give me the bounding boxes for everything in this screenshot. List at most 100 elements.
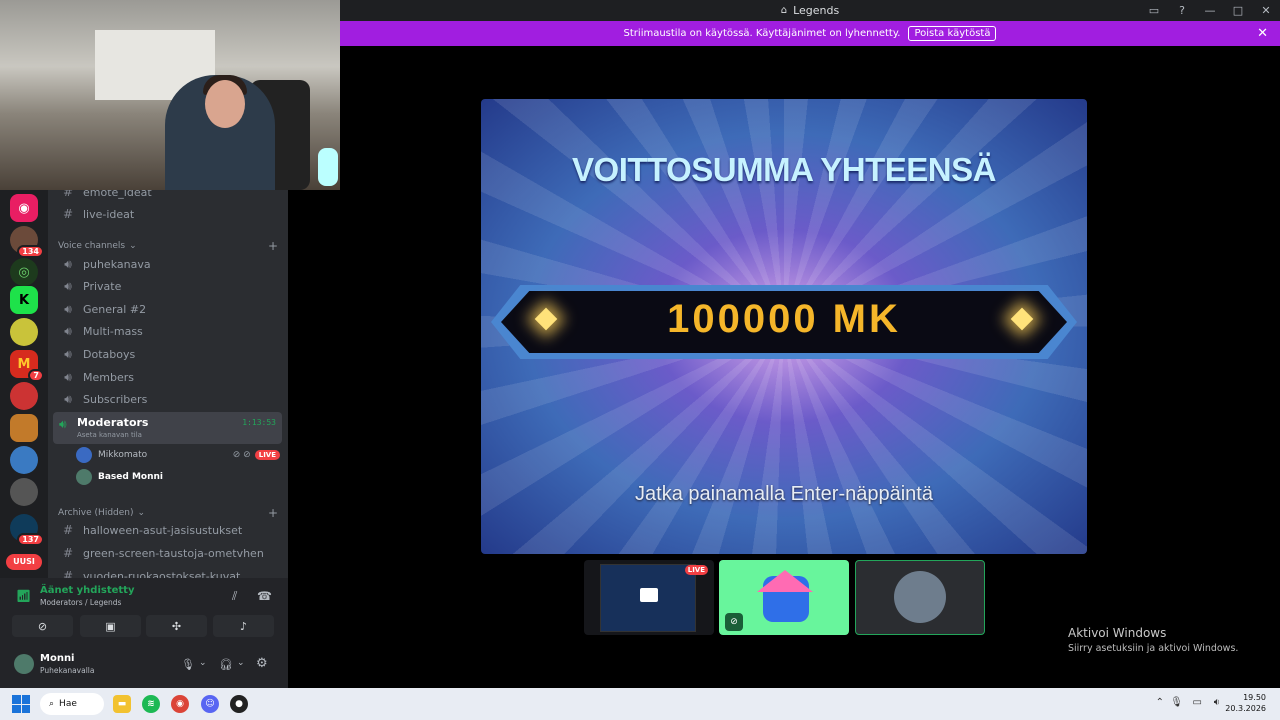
chevron-down-icon: ⌄: [129, 241, 137, 251]
hash-icon: #: [62, 523, 74, 537]
speaker-icon[interactable]: 🔉︎: [1214, 697, 1220, 708]
archive-channel[interactable]: # green-screen-taustoja-ometvhen: [53, 542, 282, 564]
time: 19.50: [1243, 693, 1266, 702]
close-banner-icon[interactable]: ✕: [1257, 26, 1268, 41]
voice-channel[interactable]: 🔊︎ Multi-mass: [53, 320, 282, 342]
webcam-overlay: [0, 0, 340, 190]
channel-emote-ideat[interactable]: # emote_ideat: [53, 190, 282, 203]
participant-thumbnails: LIVE ⊘: [584, 560, 986, 635]
network-icon[interactable]: ▭: [1193, 697, 1202, 708]
chrome-icon[interactable]: ◉: [171, 695, 189, 713]
mention-badge: 134: [17, 245, 44, 258]
voice-channel[interactable]: 🔊︎ Dotaboys: [53, 343, 282, 365]
category-archive[interactable]: Archive (Hidden) ⌄ +: [58, 506, 278, 520]
participant-thumbnail[interactable]: [855, 560, 985, 635]
date: 20.3.2026: [1225, 704, 1266, 713]
server-letter: K: [18, 292, 30, 308]
server-avatar-5[interactable]: [10, 478, 38, 506]
headphones-icon[interactable]: 🎧︎: [219, 658, 233, 671]
screen-share-icon: ▣: [105, 619, 116, 633]
deafened-icon: ⊘: [725, 613, 743, 631]
chevron-down-icon[interactable]: ⌄: [237, 658, 245, 668]
user-name[interactable]: Monni: [40, 653, 75, 664]
channel-label: Members: [83, 370, 134, 384]
camera-toggle-button[interactable]: ⊘: [12, 615, 73, 637]
stream-view[interactable]: VOITTOSUMMA YHTEENSÄ 100000 MK Jatka pai…: [481, 99, 1087, 554]
voice-member[interactable]: Mikkomato ⊘ ⊘ LIVE: [76, 445, 280, 465]
minimize-button[interactable]: —: [1196, 4, 1224, 17]
obs-icon[interactable]: ●: [230, 695, 248, 713]
user-panel: Monni Puhekanavalla 🎙︎ ⌄ 🎧︎ ⌄ ⚙: [0, 648, 288, 688]
server-avatar-1[interactable]: 134: [10, 226, 44, 258]
activities-icon: ✣: [171, 619, 182, 633]
signal-icon[interactable]: 📶︎: [16, 589, 31, 603]
active-voice-channel[interactable]: 🔊︎ Moderators Aseta kanavan tila 1:13:53: [53, 412, 282, 444]
server-mcdonalds[interactable]: M7: [10, 350, 44, 382]
voice-channel[interactable]: 🔊︎ Subscribers: [53, 388, 282, 410]
category-voice[interactable]: Voice channels ⌄ +: [58, 239, 278, 253]
speaker-icon: 🔊︎: [64, 301, 72, 316]
server-avatar-3[interactable]: [10, 382, 38, 410]
stream-thumbnail[interactable]: LIVE: [584, 560, 714, 635]
speaker-icon: 🔊︎: [64, 278, 72, 293]
add-channel-icon[interactable]: +: [268, 239, 278, 253]
camera-icon: ◉: [18, 200, 30, 216]
server-avatar-6[interactable]: 137: [10, 514, 44, 546]
channel-label: emote_ideat: [83, 190, 152, 199]
voice-location[interactable]: Moderators / Legends: [40, 598, 121, 607]
channel-label: puhekanava: [83, 257, 151, 271]
microphone-icon[interactable]: 🎙︎: [181, 658, 195, 671]
channel-live-ideat[interactable]: # live-ideat: [53, 203, 282, 225]
add-channel-icon[interactable]: +: [268, 506, 278, 520]
avatar[interactable]: [14, 654, 34, 674]
server-avatar-2[interactable]: [10, 318, 38, 346]
clock[interactable]: 19.50 20.3.2026: [1225, 692, 1266, 714]
file-explorer-icon[interactable]: ▬: [113, 695, 131, 713]
channel-status[interactable]: Aseta kanavan tila: [77, 431, 142, 439]
eye-icon: ◎: [18, 264, 30, 280]
voice-connected-label[interactable]: Äänet yhdistetty: [40, 585, 134, 596]
disable-streamer-mode-button[interactable]: Poista käytöstä: [908, 26, 997, 41]
archive-channel[interactable]: # halloween-asut-jasisustukset: [53, 519, 282, 541]
server-avatar-4[interactable]: [10, 446, 38, 474]
server-eye[interactable]: ◎: [10, 258, 38, 286]
channel-label: vuoden-ruokaostokset-kuvat: [83, 569, 241, 579]
speaker-icon: 🔊︎: [64, 391, 72, 406]
microphone-icon[interactable]: 🎙︎: [1170, 697, 1183, 708]
close-window-button[interactable]: ✕: [1252, 4, 1280, 17]
voice-member[interactable]: Based Monni: [76, 467, 280, 487]
hash-icon: #: [62, 190, 74, 199]
voice-channel[interactable]: 🔊︎ puhekanava: [53, 253, 282, 275]
screen-share-button[interactable]: ▣: [80, 615, 141, 637]
participant-thumbnail[interactable]: ⊘: [719, 560, 849, 635]
voice-channel[interactable]: 🔊︎ General #2: [53, 298, 282, 320]
activities-button[interactable]: ✣: [146, 615, 207, 637]
hash-icon: #: [62, 546, 74, 560]
disconnect-icon[interactable]: ☎: [257, 589, 272, 603]
monitor-icon: [640, 588, 658, 602]
new-badge[interactable]: UUSI: [6, 554, 42, 570]
start-button[interactable]: [12, 695, 30, 713]
voice-channel[interactable]: 🔊︎ Members: [53, 366, 282, 388]
chevron-up-icon[interactable]: ⌃: [1156, 697, 1164, 708]
taskbar-search[interactable]: ⌕ Hae: [40, 693, 104, 715]
prize-amount: 100000 MK: [667, 297, 901, 341]
spotify-icon[interactable]: ≋: [142, 695, 160, 713]
gear-icon[interactable]: ⚙: [256, 656, 268, 671]
server-k[interactable]: K: [10, 286, 38, 314]
chevron-down-icon[interactable]: ⌄: [199, 658, 207, 668]
archive-channel[interactable]: # vuoden-ruokaostokset-kuvat: [53, 565, 282, 578]
inbox-icon[interactable]: ▭: [1140, 4, 1168, 17]
webcam-lamp: [318, 148, 338, 186]
webcam-head: [205, 80, 245, 128]
server-camera[interactable]: ◉: [10, 194, 38, 222]
avatar: [894, 571, 946, 623]
soundboard-button[interactable]: ♪: [213, 615, 274, 637]
server-burger[interactable]: [10, 414, 38, 442]
voice-channel[interactable]: 🔊︎ Private: [53, 275, 282, 297]
discord-icon[interactable]: ☺: [201, 695, 219, 713]
maximize-button[interactable]: □: [1224, 4, 1252, 17]
noise-suppression-icon[interactable]: ⫽: [232, 589, 237, 604]
help-icon[interactable]: ?: [1168, 4, 1196, 17]
camera-off-icon: ⊘: [37, 619, 48, 633]
